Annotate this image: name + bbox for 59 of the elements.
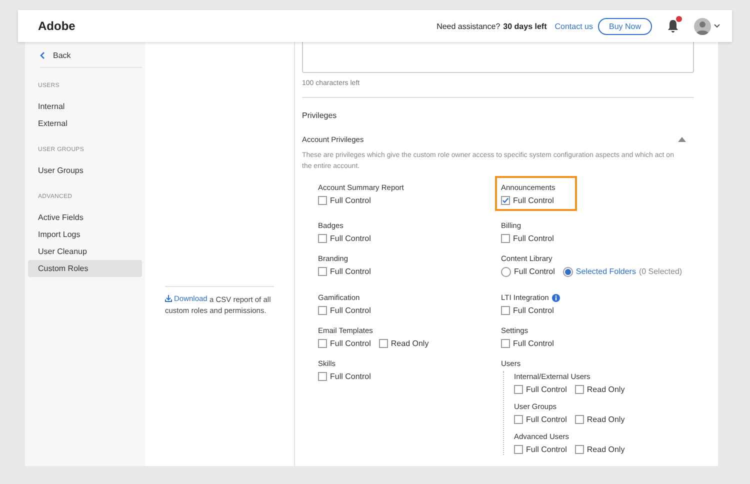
full-control-checkbox[interactable]: Full Control: [318, 195, 371, 206]
checkbox-icon: [318, 339, 327, 348]
assistance-text: Need assistance?: [436, 20, 500, 32]
full-control-checkbox[interactable]: Full Control: [318, 266, 371, 277]
full-control-checkbox[interactable]: Full Control: [501, 195, 554, 206]
chevron-down-icon[interactable]: [714, 24, 720, 28]
full-control-checkbox[interactable]: Full Control: [318, 371, 371, 382]
radio-icon: [501, 266, 511, 276]
full-control-checkbox[interactable]: Read Only: [574, 444, 625, 455]
sidebar-item[interactable]: Internal: [28, 98, 142, 115]
checkbox-icon: [574, 385, 584, 394]
radio-icon: [562, 266, 573, 276]
download-icon: [165, 295, 172, 302]
full-control-checkbox[interactable]: Full Control: [318, 338, 371, 349]
checkbox-icon: [378, 339, 388, 348]
sidebar-item[interactable]: Active Fields: [28, 209, 142, 226]
full-control-checkbox[interactable]: Full Control: [514, 414, 567, 425]
checkbox-icon: [514, 445, 523, 454]
contact-link[interactable]: Contact us: [554, 20, 593, 32]
checkbox-icon: [318, 267, 327, 276]
checkbox-icon: [318, 234, 327, 243]
back-button[interactable]: Back: [40, 50, 142, 68]
sidebar-item[interactable]: User Groups: [28, 162, 142, 179]
checkbox-icon: [514, 385, 523, 394]
full-control-checkbox[interactable]: Full Control: [318, 305, 371, 316]
trial-days-text: 30 days left: [503, 20, 547, 32]
checkbox-icon: [574, 415, 584, 424]
full-control-checkbox[interactable]: Full Control: [501, 233, 554, 244]
full-control-checkbox[interactable]: Read Only: [574, 414, 625, 425]
chevron-left-icon: [40, 52, 45, 59]
bell-icon[interactable]: [667, 19, 679, 33]
checkbox-icon: [318, 196, 327, 205]
full-control-checkbox[interactable]: Read Only: [378, 338, 429, 349]
radio-option[interactable]: Selected Folders (0 Selected): [562, 266, 682, 277]
buy-now-button[interactable]: Buy Now: [598, 18, 652, 34]
checkbox-icon: [318, 306, 327, 315]
radio-option[interactable]: Full Control: [501, 266, 555, 277]
sidebar-item[interactable]: User Cleanup: [28, 243, 142, 260]
checkbox-icon: [501, 339, 510, 348]
checkbox-icon: [574, 445, 584, 454]
checked-checkbox-icon: [501, 196, 510, 205]
sidebar-item[interactable]: Custom Roles: [28, 260, 142, 277]
full-control-checkbox[interactable]: Read Only: [574, 384, 625, 395]
info-icon[interactable]: [552, 294, 560, 302]
checkbox-icon: [318, 372, 327, 381]
full-control-checkbox[interactable]: Full Control: [501, 338, 554, 349]
checkbox-icon: [501, 306, 510, 315]
avatar-icon[interactable]: [694, 18, 711, 34]
checkbox-icon: [514, 415, 523, 424]
full-control-checkbox[interactable]: Full Control: [514, 444, 567, 455]
full-control-checkbox[interactable]: Full Control: [318, 233, 371, 244]
privileges-heading: Privileges: [302, 110, 338, 121]
logo[interactable]: Adobe: [38, 20, 76, 32]
sidebar-item[interactable]: Import Logs: [28, 226, 142, 243]
full-control-checkbox[interactable]: Full Control: [514, 384, 567, 395]
checkbox-icon: [501, 234, 510, 243]
collapse-icon[interactable]: [678, 137, 686, 142]
full-control-checkbox[interactable]: Full Control: [501, 305, 554, 316]
sidebar-item[interactable]: External: [28, 115, 142, 132]
